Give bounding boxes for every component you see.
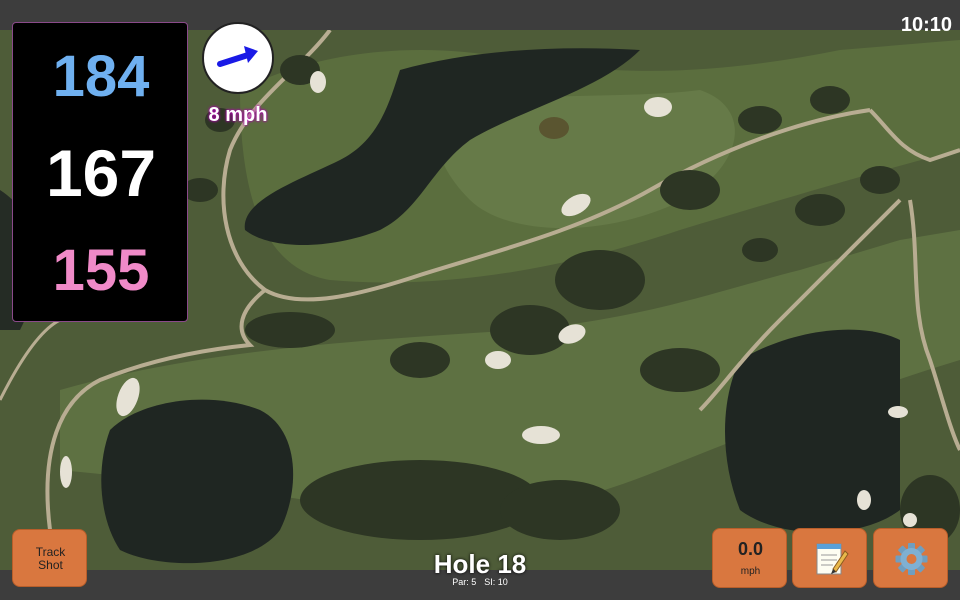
track-shot-button[interactable]: Track Shot [12,529,87,587]
track-shot-label: Track Shot [35,545,66,572]
clock: 10:10 [900,14,952,36]
notes-button[interactable] [792,528,867,588]
front-distance: 155 [52,238,150,303]
stroke-index-label: SI: 10 [484,577,508,587]
arrow-right-icon [217,46,258,67]
notepad-icon [816,543,849,575]
par-label: Par: 5 [452,577,477,587]
settings-button[interactable] [873,528,948,588]
hole-title: Hole 18 [433,549,527,579]
distance-panel[interactable]: 184 167 155 [12,22,188,322]
speed-value: 0.0 [737,539,764,559]
gear-icon [895,543,928,575]
hole-info: Par: 5 SI: 10 [380,577,580,587]
speed-button[interactable]: 0.0 mph [712,528,787,588]
speed-unit: mph [740,566,761,577]
back-distance: 184 [52,44,150,109]
wind-speed-label: 8 mph [208,104,268,126]
middle-distance: 167 [45,136,157,210]
wind-indicator [202,22,274,94]
